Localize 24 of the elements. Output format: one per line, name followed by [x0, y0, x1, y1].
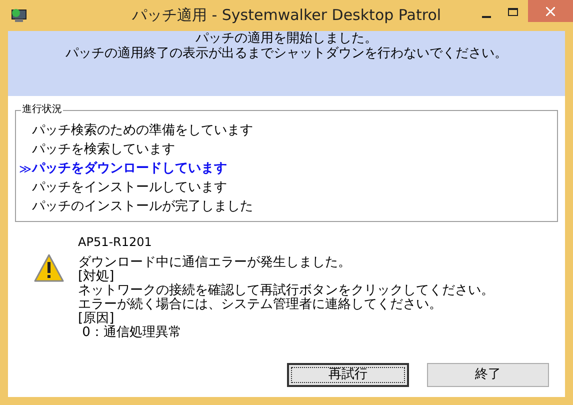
- progress-step: パッチをダウンロードしています: [32, 158, 227, 178]
- progress-step: パッチを検索しています: [32, 140, 175, 160]
- error-message: [対処]: [78, 270, 116, 284]
- header-text: パッチの適用終了の表示が出るまでシャットダウンを行わないでください。: [66, 46, 508, 61]
- progress-step: パッチをインストールしています: [32, 178, 227, 198]
- dialog-button[interactable]: 再試行: [287, 363, 409, 387]
- error-message: エラーが続く場合には、システム管理者に連絡してください。: [78, 298, 443, 312]
- window-title: パッチ適用 - Systemwalker Desktop Patrol: [132, 5, 442, 26]
- header-text: パッチの適用を開始しました。: [196, 31, 378, 46]
- error-message: [原因]: [78, 312, 114, 326]
- progress-step: パッチのインストールが完了しました: [32, 196, 253, 216]
- minimize-icon: [482, 16, 490, 18]
- warning-icon: [33, 253, 65, 283]
- dialog-button[interactable]: 終了: [427, 363, 549, 387]
- progress-step: パッチ検索のための準備をしています: [32, 120, 253, 140]
- error-code: AP51-R1201: [78, 235, 153, 250]
- error-message: ダウンロード中に通信エラーが発生しました。: [78, 256, 352, 270]
- current-marker: ≫: [19, 160, 32, 178]
- maximize-icon: [508, 8, 518, 16]
- close-icon: [546, 6, 555, 16]
- computer-icon: [10, 7, 28, 24]
- error-message: 0：通信処理異常: [81, 326, 182, 340]
- group-title: 進行状況: [21, 104, 63, 116]
- error-message: ネットワークの接続を確認して再試行ボタンをクリックしてください。: [78, 284, 494, 298]
